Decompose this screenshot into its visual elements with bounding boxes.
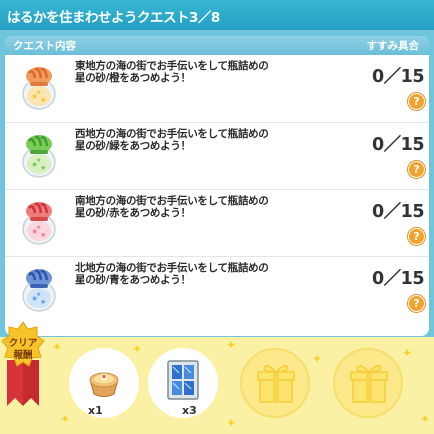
- window-title: はるかを住まわせようクエスト3／8: [0, 0, 434, 30]
- svg-text:★: ★: [40, 96, 46, 104]
- star-sand-jar-red-icon: ★ ★ ★: [22, 202, 56, 245]
- panel-header: クエスト内容 すすみ具合: [5, 36, 429, 55]
- sparkle-icon: ✦: [52, 340, 63, 354]
- quest-window: はるかを住まわせようクエスト3／8 クエスト内容 すすみ具合 ★ ★ ★ 東地方…: [0, 0, 434, 434]
- reward-slot-4[interactable]: [333, 348, 403, 418]
- star-sand-jar-green-icon: ★ ★ ★: [22, 135, 56, 178]
- quest-description: 西地方の海の街でお手伝いをして瓶詰めの星の砂/緑をあつめよう！: [75, 128, 269, 152]
- quest-row-south: ★ ★ ★ 南地方の海の街でお手伝いをして瓶詰めの星の砂/赤をあつめよう！ 0／…: [5, 189, 429, 255]
- svg-text:★: ★: [40, 298, 46, 306]
- reward-slot-3[interactable]: [240, 348, 310, 418]
- pudding-tart-icon: [89, 372, 119, 397]
- sparkle-icon: ✦: [60, 412, 71, 426]
- sparkle-icon: ✦: [312, 352, 323, 366]
- star-sand-jar-blue-icon: ★ ★ ★: [22, 269, 56, 312]
- help-icon[interactable]: ?: [408, 228, 425, 245]
- sparkle-icon: ✦: [132, 342, 143, 356]
- svg-text:★: ★: [36, 157, 41, 164]
- gift-box-icon: [257, 365, 295, 403]
- sparkle-icon: ✦: [226, 338, 237, 352]
- svg-text:★: ★: [36, 224, 41, 231]
- quest-panel: クエスト内容 すすみ具合 ★ ★ ★ 東地方の海の街でお手伝いをして瓶詰めの星の…: [5, 36, 429, 336]
- help-icon[interactable]: ?: [408, 161, 425, 178]
- blue-tile-icon: [167, 360, 199, 400]
- help-icon[interactable]: ?: [408, 295, 425, 312]
- quest-progress: 0／15: [371, 135, 425, 155]
- quest-description: 東地方の海の街でお手伝いをして瓶詰めの星の砂/橙をあつめよう！: [75, 60, 269, 84]
- quest-progress: 0／15: [371, 202, 425, 222]
- sparkle-icon: ✦: [420, 412, 431, 426]
- quest-row-west: ★ ★ ★ 西地方の海の街でお手伝いをして瓶詰めの星の砂/緑をあつめよう！ 0／…: [5, 122, 429, 188]
- svg-text:★: ★: [40, 164, 46, 172]
- svg-text:★: ★: [40, 231, 46, 239]
- reward-count: x3: [182, 404, 197, 417]
- quest-progress: 0／15: [371, 67, 425, 87]
- help-icon[interactable]: ?: [408, 93, 425, 110]
- quest-row-east: ★ ★ ★ 東地方の海の街でお手伝いをして瓶詰めの星の砂/橙をあつめよう！ 0／…: [5, 55, 429, 121]
- header-quest-content: クエスト内容: [13, 40, 76, 52]
- header-progress: すすみ具合: [366, 40, 420, 52]
- quest-description: 南地方の海の街でお手伝いをして瓶詰めの星の砂/赤をあつめよう！: [75, 195, 269, 219]
- reward-slot-1[interactable]: [69, 348, 139, 418]
- reward-count: x1: [88, 404, 103, 417]
- sparkle-icon: ✦: [402, 346, 413, 360]
- quest-progress: 0／15: [371, 269, 425, 289]
- star-sand-jar-orange-icon: ★ ★ ★: [22, 67, 56, 110]
- quest-row-north: ★ ★ ★ 北地方の海の街でお手伝いをして瓶詰めの星の砂/青をあつめよう！ 0／…: [5, 256, 429, 322]
- badge-text-line2: 報酬: [13, 350, 33, 361]
- sparkle-icon: ✦: [226, 416, 237, 430]
- svg-text:★: ★: [36, 291, 41, 298]
- svg-text:★: ★: [36, 89, 41, 96]
- clear-reward-badge: クリア 報酬: [1, 322, 45, 408]
- quest-description: 北地方の海の街でお手伝いをして瓶詰めの星の砂/青をあつめよう！: [75, 262, 269, 286]
- gift-box-icon: [350, 365, 388, 403]
